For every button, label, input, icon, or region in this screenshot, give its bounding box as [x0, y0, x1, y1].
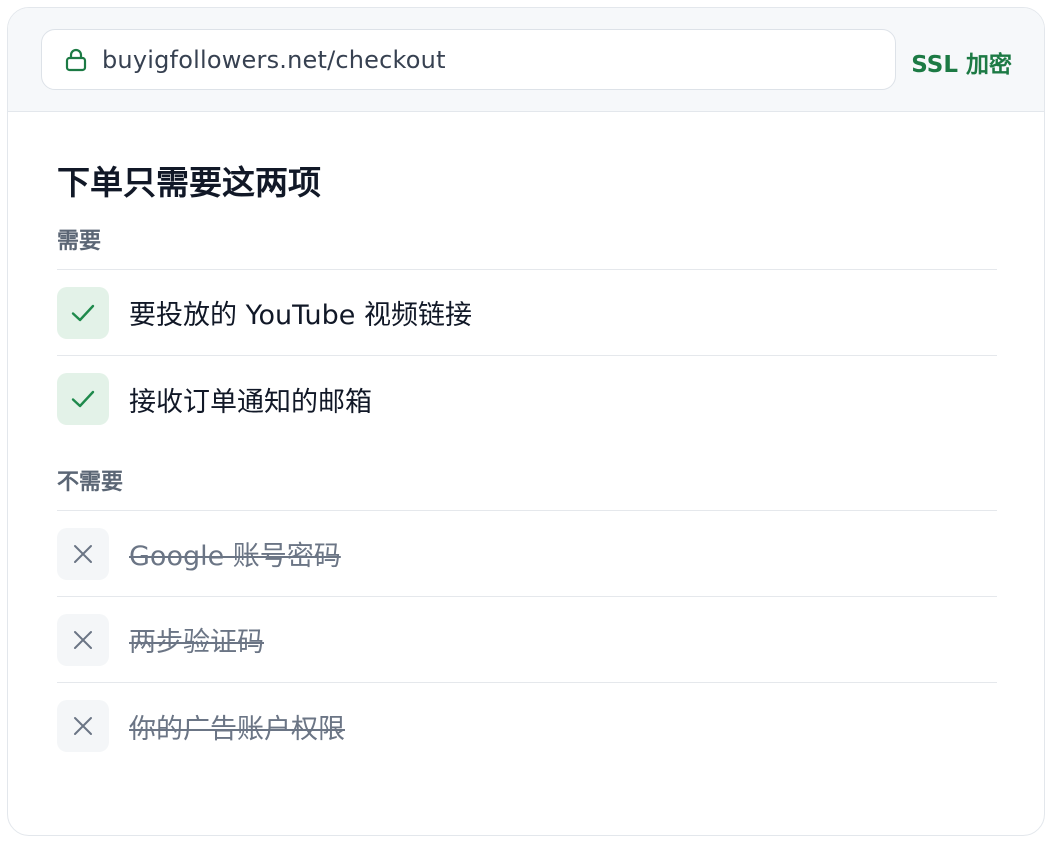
needed-section-label: 需要 [57, 229, 102, 254]
list-item: 两步验证码 [57, 597, 997, 683]
browser-bar: buyigfollowers.net/checkout SSL 加密 [8, 8, 1044, 112]
list-item-label: 你的广告账户权限 [129, 713, 345, 745]
list-item-label: 两步验证码 [129, 627, 264, 658]
list-item-label: 接收订单通知的邮箱 [129, 386, 372, 418]
not-needed-list: Google 账号密码 两步验证码 你的广告账户权限 [57, 510, 997, 769]
page-title: 下单只需要这两项 [57, 163, 321, 202]
x-icon [57, 700, 109, 752]
list-item: 你的广告账户权限 [57, 683, 997, 769]
list-item-label: Google 账号密码 [129, 541, 341, 572]
main-content: 下单只需要这两项 需要 要投放的 YouTube 视频链接 接收订单通知的邮箱 [57, 112, 997, 769]
address-bar[interactable]: buyigfollowers.net/checkout [41, 29, 896, 90]
x-icon [57, 613, 109, 666]
list-item: 要投放的 YouTube 视频链接 [57, 270, 997, 356]
needed-list: 要投放的 YouTube 视频链接 接收订单通知的邮箱 [57, 269, 997, 442]
lock-icon [64, 47, 88, 73]
ssl-badge: SSL 加密 [911, 52, 1012, 78]
list-item-label: 要投放的 YouTube 视频链接 [129, 300, 472, 331]
not-needed-section-label: 不需要 [57, 470, 124, 495]
check-icon [57, 286, 109, 339]
x-icon [57, 527, 109, 580]
list-item: 接收订单通知的邮箱 [57, 356, 997, 442]
check-icon [57, 373, 109, 425]
checkout-card: buyigfollowers.net/checkout SSL 加密 下单只需要… [7, 7, 1045, 836]
url-text: buyigfollowers.net/checkout [102, 45, 446, 74]
list-item: Google 账号密码 [57, 511, 997, 597]
